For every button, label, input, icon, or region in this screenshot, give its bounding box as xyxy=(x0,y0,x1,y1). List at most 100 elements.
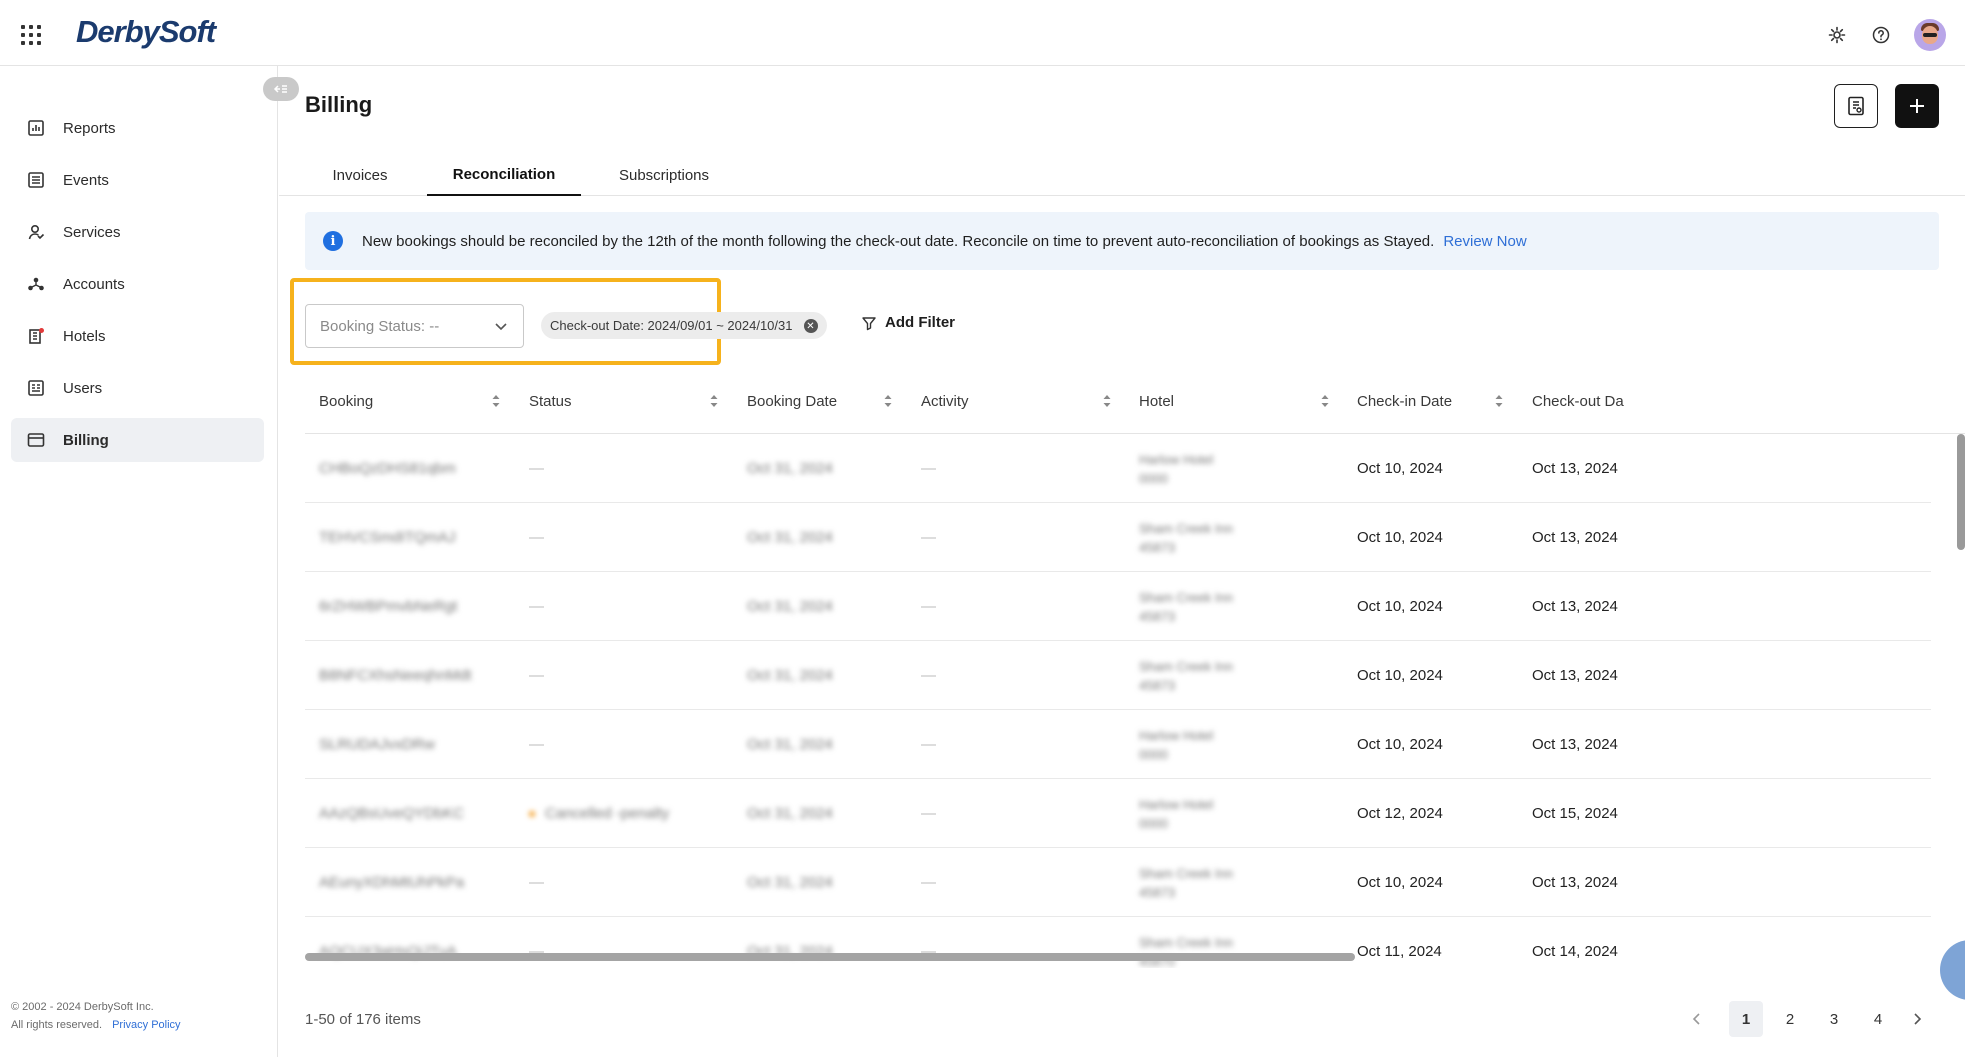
remove-filter-icon[interactable]: ✕ xyxy=(803,319,818,333)
page-button-1[interactable]: 1 xyxy=(1729,1001,1763,1037)
column-header-checkout-date[interactable]: Check-out Da xyxy=(1532,368,1624,434)
hotel-icon xyxy=(25,325,47,347)
sidebar-nav: Reports Events Services Accounts Hotels xyxy=(11,106,264,470)
status-dot-icon xyxy=(529,810,535,817)
checkin-date-cell: Oct 10, 2024 xyxy=(1357,529,1443,546)
booking-id-cell[interactable]: AAzQBsUveQYDbKC xyxy=(319,779,464,848)
tab-invoices[interactable]: Invoices xyxy=(305,154,415,196)
column-header-checkin-date[interactable]: Check-in Date xyxy=(1357,368,1452,434)
checkin-date-cell: Oct 10, 2024 xyxy=(1357,598,1443,615)
page-button-2[interactable]: 2 xyxy=(1773,1001,1807,1037)
add-filter-button[interactable]: Add Filter xyxy=(861,314,955,331)
user-avatar[interactable] xyxy=(1914,19,1946,51)
add-button[interactable] xyxy=(1895,84,1939,128)
sidebar-item-label: Reports xyxy=(63,119,116,137)
status-cell: — xyxy=(529,460,544,477)
next-page-icon[interactable] xyxy=(1905,1001,1929,1037)
checkout-date-cell: Oct 13, 2024 xyxy=(1532,736,1618,753)
sidebar: Reports Events Services Accounts Hotels xyxy=(0,66,278,1057)
table-row[interactable]: SLRUDAJvxDRw — Oct 31, 2024 — Harlow Hot… xyxy=(305,710,1931,779)
sidebar-item-users[interactable]: Users xyxy=(11,366,264,410)
checkout-date-cell: Oct 15, 2024 xyxy=(1532,805,1618,822)
accounts-icon xyxy=(25,273,47,295)
page-button-4[interactable]: 4 xyxy=(1861,1001,1895,1037)
column-header-booking-date[interactable]: Booking Date xyxy=(747,368,837,434)
filter-icon xyxy=(862,316,876,330)
info-alert: i New bookings should be reconciled by t… xyxy=(305,212,1939,270)
collapse-sidebar-button[interactable] xyxy=(263,77,299,101)
tab-subscriptions[interactable]: Subscriptions xyxy=(593,154,735,196)
prev-page-icon[interactable] xyxy=(1685,1001,1709,1037)
checkin-date-cell: Oct 11, 2024 xyxy=(1357,943,1442,960)
booking-id-cell[interactable]: AEunyXDhMtUhPkPa xyxy=(319,848,464,917)
activity-cell: — xyxy=(921,460,936,477)
page-button-3[interactable]: 3 xyxy=(1817,1001,1851,1037)
booking-id-cell[interactable]: CHBoQzDHS81qbm xyxy=(319,434,456,503)
table-row[interactable]: B8NFCXhsNeeqhnMdt — Oct 31, 2024 — Sham … xyxy=(305,641,1931,710)
sort-icon[interactable] xyxy=(1320,394,1330,408)
sort-icon[interactable] xyxy=(883,394,893,408)
sort-icon[interactable] xyxy=(709,394,719,408)
sidebar-item-services[interactable]: Services xyxy=(11,210,264,254)
settings-gear-icon[interactable] xyxy=(1824,22,1850,48)
activity-cell: — xyxy=(921,874,936,891)
sort-icon[interactable] xyxy=(491,394,501,408)
table-row[interactable]: 6rZHWBPmvbNeRgt — Oct 31, 2024 — Sham Cr… xyxy=(305,572,1931,641)
table-row[interactable]: AAzQBsUveQYDbKC Cancelled -penalty Oct 3… xyxy=(305,779,1931,848)
sidebar-item-billing[interactable]: Billing xyxy=(11,418,264,462)
checkin-date-cell: Oct 10, 2024 xyxy=(1357,736,1443,753)
hotel-code: 0000 xyxy=(1139,746,1168,762)
sidebar-item-accounts[interactable]: Accounts xyxy=(11,262,264,306)
status-cell: Cancelled -penalty xyxy=(529,779,669,848)
sidebar-item-label: Users xyxy=(63,379,103,397)
report-document-button[interactable] xyxy=(1834,84,1878,128)
sidebar-item-label: Hotels xyxy=(63,327,106,345)
activity-cell: — xyxy=(921,736,936,753)
help-circle-icon[interactable] xyxy=(1868,22,1894,48)
booking-date-cell: Oct 31, 2024 xyxy=(747,529,833,546)
booking-date-cell: Oct 31, 2024 xyxy=(747,874,833,891)
booking-id-cell[interactable]: TEHVCSmdITQmAJ xyxy=(319,503,456,572)
hotel-name: Sham Creek Inn xyxy=(1139,865,1233,881)
sort-icon[interactable] xyxy=(1102,394,1112,408)
sidebar-item-hotels[interactable]: Hotels xyxy=(11,314,264,358)
column-header-hotel[interactable]: Hotel xyxy=(1139,368,1174,434)
sidebar-footer: © 2002 - 2024 DerbySoft Inc. All rights … xyxy=(11,998,181,1034)
table-row[interactable]: AEunyXDhMtUhPkPa — Oct 31, 2024 — Sham C… xyxy=(305,848,1931,917)
sort-icon[interactable] xyxy=(1494,394,1504,408)
hotel-cell: Sham Creek Inn 45873 xyxy=(1139,641,1233,710)
checkout-date-filter-chip[interactable]: Check-out Date: 2024/09/01 ~ 2024/10/31 … xyxy=(541,312,827,339)
sidebar-item-reports[interactable]: Reports xyxy=(11,106,264,150)
main-content: Billing Invoices Reconciliation Subscrip… xyxy=(279,66,1965,1057)
table-row[interactable]: CHBoQzDHS81qbm — Oct 31, 2024 — Harlow H… xyxy=(305,434,1931,503)
status-cell: — xyxy=(529,667,544,684)
column-header-booking[interactable]: Booking xyxy=(319,368,373,434)
hotel-code: 0000 xyxy=(1139,470,1168,486)
derbysoft-logo[interactable]: DerbySoft xyxy=(76,14,216,50)
hotel-name: Sham Creek Inn xyxy=(1139,589,1233,605)
tab-reconciliation[interactable]: Reconciliation xyxy=(427,154,581,196)
vertical-scrollbar[interactable] xyxy=(1957,434,1965,550)
table-row[interactable]: TEHVCSmdITQmAJ — Oct 31, 2024 — Sham Cre… xyxy=(305,503,1931,572)
activity-cell: — xyxy=(921,805,936,822)
reconciliation-table: Booking Status Booking Date Activity Hot… xyxy=(305,368,1965,968)
booking-id-cell[interactable]: SLRUDAJvxDRw xyxy=(319,710,435,779)
status-cell: — xyxy=(529,598,544,615)
booking-status-select[interactable]: Booking Status: -- xyxy=(305,304,524,348)
sidebar-item-events[interactable]: Events xyxy=(11,158,264,202)
review-now-link[interactable]: Review Now xyxy=(1443,233,1526,250)
top-bar: DerbySoft xyxy=(0,0,1965,66)
column-header-activity[interactable]: Activity xyxy=(921,368,969,434)
events-icon xyxy=(25,169,47,191)
alert-text: New bookings should be reconciled by the… xyxy=(362,232,1435,250)
services-icon xyxy=(25,221,47,243)
booking-id-cell[interactable]: B8NFCXhsNeeqhnMdt xyxy=(319,641,472,710)
horizontal-scrollbar[interactable] xyxy=(305,953,1355,961)
hotel-cell: Sham Creek Inn 45873 xyxy=(1139,848,1233,917)
sidebar-item-label: Events xyxy=(63,171,109,189)
apps-grid-icon[interactable] xyxy=(21,25,41,45)
column-header-status[interactable]: Status xyxy=(529,368,572,434)
booking-id-cell[interactable]: 6rZHWBPmvbNeRgt xyxy=(319,572,457,641)
privacy-policy-link[interactable]: Privacy Policy xyxy=(112,1019,180,1031)
booking-date-cell: Oct 31, 2024 xyxy=(747,598,833,615)
